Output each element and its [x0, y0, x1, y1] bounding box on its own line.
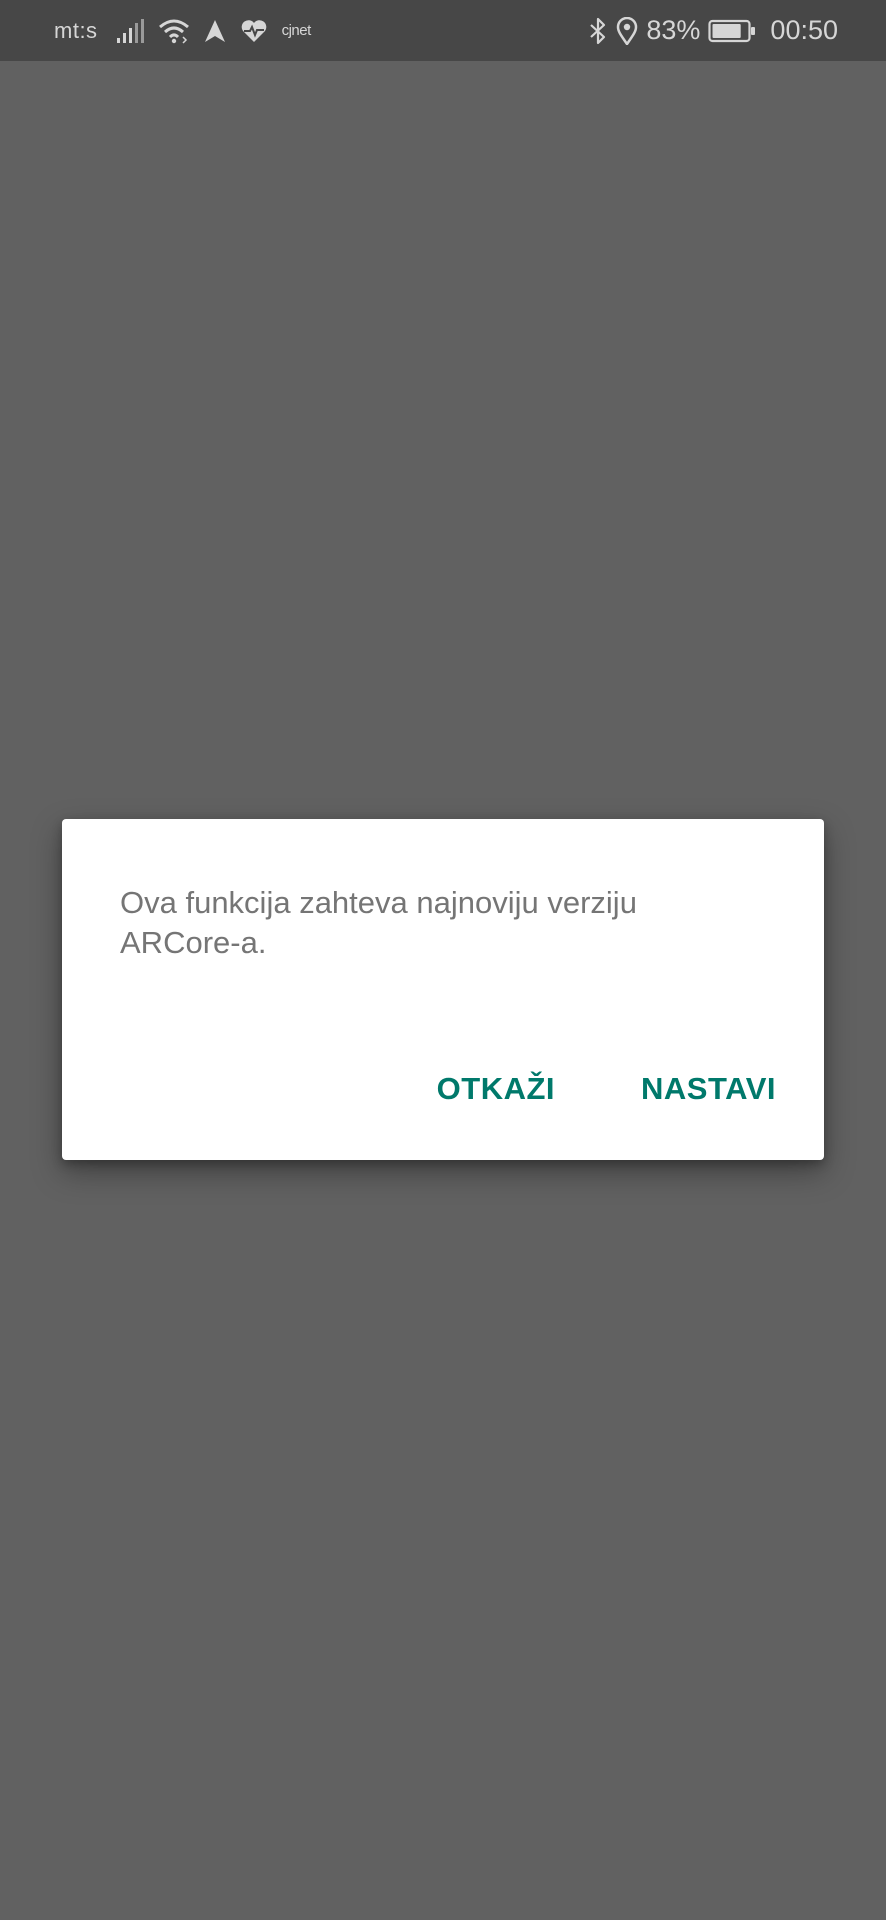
cancel-button[interactable]: OTKAŽI — [437, 1071, 555, 1107]
wifi-icon — [158, 18, 190, 44]
bluetooth-icon — [588, 17, 608, 45]
status-bar-left: mt:s cjnet — [54, 0, 311, 61]
carrier-label: mt:s — [54, 17, 98, 43]
signal-icon — [116, 18, 144, 44]
status-bar: mt:s cjnet 83% 00:50 — [0, 0, 886, 61]
continue-button[interactable]: NASTAVI — [641, 1071, 776, 1107]
screen: mt:s cjnet 83% 00:50 Ova funkcija zahtev… — [0, 0, 886, 1920]
arcore-update-dialog: Ova funkcija zahteva najnoviju verziju A… — [62, 819, 824, 1160]
status-bar-right: 83% 00:50 — [588, 0, 838, 61]
navigation-icon — [204, 19, 226, 43]
battery-icon — [708, 19, 756, 43]
battery-fill — [712, 23, 742, 38]
clock: 00:50 — [770, 15, 838, 45]
battery-percent: 83% — [646, 15, 701, 45]
dialog-actions: OTKAŽI NASTAVI — [437, 1071, 776, 1107]
vpn-label: cjnet — [281, 22, 312, 39]
location-icon — [616, 16, 638, 45]
health-heart-icon — [240, 19, 268, 43]
dialog-message: Ova funkcija zahteva najnoviju verziju A… — [120, 885, 637, 960]
